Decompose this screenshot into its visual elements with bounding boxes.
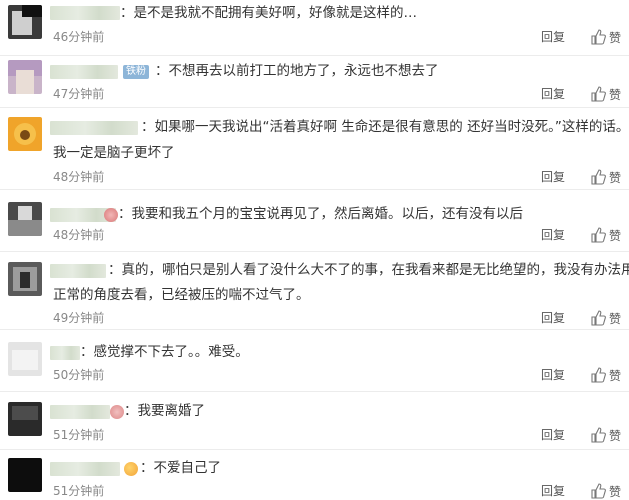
comment-item: ：我要离婚了 51分钟前 回复 赞 — [0, 392, 629, 450]
comment-text: ：感觉撑不下去了。。难受。 — [80, 344, 249, 360]
thumbs-up-icon — [591, 483, 606, 499]
comment-time: 46分钟前 — [53, 30, 105, 44]
comment-time: 48分钟前 — [53, 170, 105, 184]
thumbs-up-icon — [591, 169, 606, 185]
user-badge-icon — [104, 208, 118, 222]
comment-time: 50分钟前 — [53, 368, 105, 382]
comment-text: ：我要离婚了 — [124, 403, 205, 419]
like-button[interactable]: 赞 — [590, 227, 621, 243]
like-button[interactable]: 赞 — [590, 483, 621, 499]
thumbs-up-icon — [591, 29, 606, 45]
avatar[interactable] — [8, 60, 42, 94]
comment-time: 51分钟前 — [53, 428, 105, 442]
avatar[interactable] — [8, 342, 42, 376]
username-blurred[interactable] — [50, 346, 80, 360]
thumbs-up-icon — [591, 310, 606, 326]
username-blurred[interactable] — [50, 462, 120, 476]
thumbs-up-icon — [591, 427, 606, 443]
comment-item: 铁粉 ：不想再去以前打工的地方了，永远也不想去了 47分钟前 回复 赞 — [0, 56, 629, 108]
username-blurred[interactable] — [50, 121, 138, 135]
thumbs-up-icon — [591, 86, 606, 102]
comment-time: 47分钟前 — [53, 87, 105, 101]
reply-button[interactable]: 回复 — [541, 484, 565, 498]
like-label: 赞 — [609, 484, 622, 499]
comment-time: 48分钟前 — [53, 228, 105, 242]
comment-text: ：是不是我就不配拥有美好啊，好像就是这样的… — [120, 5, 417, 21]
like-button[interactable]: 赞 — [590, 86, 621, 102]
comment-text: ：如果哪一天我说出“活着真好啊 生命还是很有意思的 还好当时没死。”这样的话。 — [141, 119, 629, 135]
like-label: 赞 — [609, 30, 622, 45]
like-button[interactable]: 赞 — [590, 169, 621, 185]
comment-item: ：我要和我五个月的宝宝说再见了，然后离婚。以后，还有没有以后 48分钟前 回复 … — [0, 190, 629, 252]
username-blurred[interactable] — [50, 264, 106, 278]
reply-button[interactable]: 回复 — [541, 87, 565, 101]
reply-button[interactable]: 回复 — [541, 428, 565, 442]
like-label: 赞 — [609, 428, 622, 443]
comment-text: ：我要和我五个月的宝宝说再见了，然后离婚。以后，还有没有以后 — [118, 206, 523, 222]
like-button[interactable]: 赞 — [590, 367, 621, 383]
like-label: 赞 — [609, 228, 622, 243]
avatar[interactable] — [8, 117, 42, 151]
comment-text: ：真的，哪怕只是别人看了没什么大不了的事，在我看来都是无比绝望的，我没有办法用 — [108, 262, 629, 278]
user-badge-icon — [110, 405, 124, 419]
reply-button[interactable]: 回复 — [541, 170, 565, 184]
comment-time: 51分钟前 — [53, 484, 105, 498]
like-button[interactable]: 赞 — [590, 427, 621, 443]
username-blurred[interactable] — [50, 405, 110, 419]
username-blurred[interactable] — [50, 6, 120, 20]
comment-item: ：真的，哪怕只是别人看了没什么大不了的事，在我看来都是无比绝望的，我没有办法用 … — [0, 252, 629, 330]
like-label: 赞 — [609, 368, 622, 383]
avatar[interactable] — [8, 262, 42, 296]
comment-item: ：不爱自己了 51分钟前 回复 赞 — [0, 450, 629, 500]
emoji-icon — [124, 462, 138, 476]
avatar[interactable] — [8, 458, 42, 492]
reply-button[interactable]: 回复 — [541, 30, 565, 44]
comment-item: ：是不是我就不配拥有美好啊，好像就是这样的… 46分钟前 回复 赞 — [0, 0, 629, 56]
thumbs-up-icon — [591, 227, 606, 243]
comment-time: 49分钟前 — [53, 311, 105, 325]
fan-badge: 铁粉 — [123, 65, 149, 79]
like-label: 赞 — [609, 170, 622, 185]
like-label: 赞 — [609, 311, 622, 326]
comment-text: ：不爱自己了 — [140, 460, 221, 476]
reply-button[interactable]: 回复 — [541, 228, 565, 242]
comment-text: ：不想再去以前打工的地方了，永远也不想去了 — [155, 63, 439, 79]
like-button[interactable]: 赞 — [590, 29, 621, 45]
avatar[interactable] — [8, 5, 42, 39]
comment-item: ：如果哪一天我说出“活着真好啊 生命还是很有意思的 还好当时没死。”这样的话。 … — [0, 108, 629, 190]
avatar[interactable] — [8, 202, 42, 236]
comment-item: ：感觉撑不下去了。。难受。 50分钟前 回复 赞 — [0, 330, 629, 392]
like-button[interactable]: 赞 — [590, 310, 621, 326]
comment-text-line-2: 我一定是脑子更坏了 — [53, 145, 175, 161]
reply-button[interactable]: 回复 — [541, 368, 565, 382]
like-label: 赞 — [609, 87, 622, 102]
reply-button[interactable]: 回复 — [541, 311, 565, 325]
comment-text-line-2: 正常的角度去看，已经被压的喘不过气了。 — [53, 287, 310, 303]
username-blurred[interactable] — [50, 65, 118, 79]
thumbs-up-icon — [591, 367, 606, 383]
avatar[interactable] — [8, 402, 42, 436]
